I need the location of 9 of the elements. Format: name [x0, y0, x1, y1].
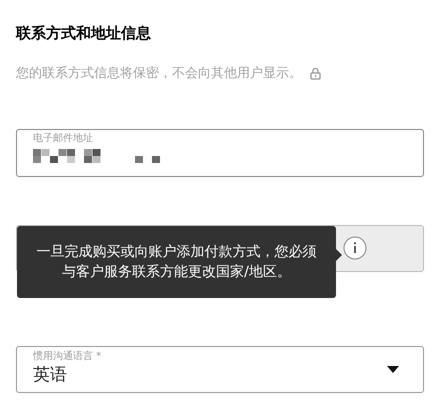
lock-icon: [310, 67, 321, 80]
caret-icon: [387, 366, 399, 372]
language-label: 惯用沟通语言 *: [33, 351, 102, 363]
section-title: 联系方式和地址信息: [16, 23, 152, 44]
email-label: 电子邮件地址: [33, 132, 94, 144]
language-dropdown[interactable]: 惯用沟通语言 * 英语: [16, 346, 424, 392]
tooltip-text: 一旦完成购买或向账户添加付款方式，您必须与客户服务联系方能更改国家/地区。: [36, 242, 318, 282]
language-value: 英语: [33, 364, 68, 387]
privacy-note: 您的联系方式信息将保密，不会向其他用户显示。: [16, 65, 302, 83]
